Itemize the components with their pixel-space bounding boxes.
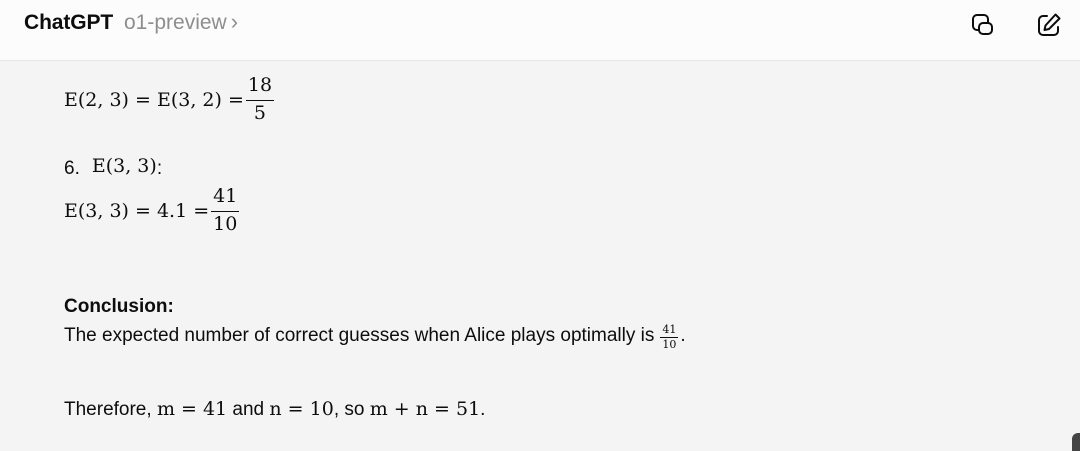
app-title: ChatGPT <box>24 11 114 34</box>
therefore-prefix: Therefore, <box>64 399 157 420</box>
chat-page: ChatGPT o1-preview › E(2, 3) = E(3, 2) =… <box>0 0 1080 451</box>
fraction-denominator: 5 <box>253 102 267 125</box>
sum-expression: m + n = 51 <box>369 398 481 420</box>
chevron-right-icon: › <box>230 9 239 34</box>
and-word: and <box>227 399 270 420</box>
fraction: 18 5 <box>245 74 275 125</box>
conclusion-sentence: The expected number of correct guesses w… <box>64 325 655 347</box>
fraction-bar <box>245 99 275 102</box>
list-item-expression: E(3, 3) <box>91 155 157 177</box>
m-expression: m = 41 <box>156 398 228 420</box>
copy-icon <box>972 14 993 35</box>
so-word: , so <box>333 399 370 420</box>
equation-e33: E(3, 3) = 4.1 = 41 10 <box>64 185 241 236</box>
list-item-number: 6. <box>64 158 80 179</box>
conclusion-text: The expected number of correct guesses w… <box>64 322 686 350</box>
fraction-denominator: 10 <box>213 213 238 236</box>
fraction-numerator: 18 <box>247 74 273 96</box>
fraction-numerator: 41 <box>213 185 238 207</box>
top-bar: ChatGPT o1-preview › <box>0 0 1080 61</box>
n-expression: n = 10 <box>269 398 334 420</box>
fraction-denominator: 10 <box>662 337 677 351</box>
fraction: 41 10 <box>211 185 240 236</box>
equation-lhs: E(2, 3) = E(3, 2) = <box>64 89 244 112</box>
list-item-colon: : <box>156 158 163 179</box>
model-selector[interactable]: o1-preview › <box>124 11 238 35</box>
therefore-period: . <box>480 399 486 420</box>
model-label: o1-preview <box>124 11 227 34</box>
copy-chat-button[interactable] <box>966 8 1000 42</box>
equation-e23: E(2, 3) = E(3, 2) = 18 5 <box>64 74 276 125</box>
fraction-bar <box>211 210 240 213</box>
equation-lhs: E(3, 3) = 4.1 = <box>64 200 210 223</box>
list-item-6: 6. E(3, 3) : <box>64 152 162 180</box>
conclusion-period: . <box>680 325 686 347</box>
conclusion-heading: Conclusion: <box>64 296 174 317</box>
new-chat-button[interactable] <box>1032 8 1066 42</box>
fraction-numerator: 41 <box>662 323 677 336</box>
therefore-text: Therefore, m = 41 and n = 10, so m + n =… <box>64 398 485 421</box>
scroll-indicator[interactable] <box>1072 433 1080 451</box>
inline-fraction: 41 10 <box>660 323 679 351</box>
edit-icon <box>1038 13 1061 36</box>
